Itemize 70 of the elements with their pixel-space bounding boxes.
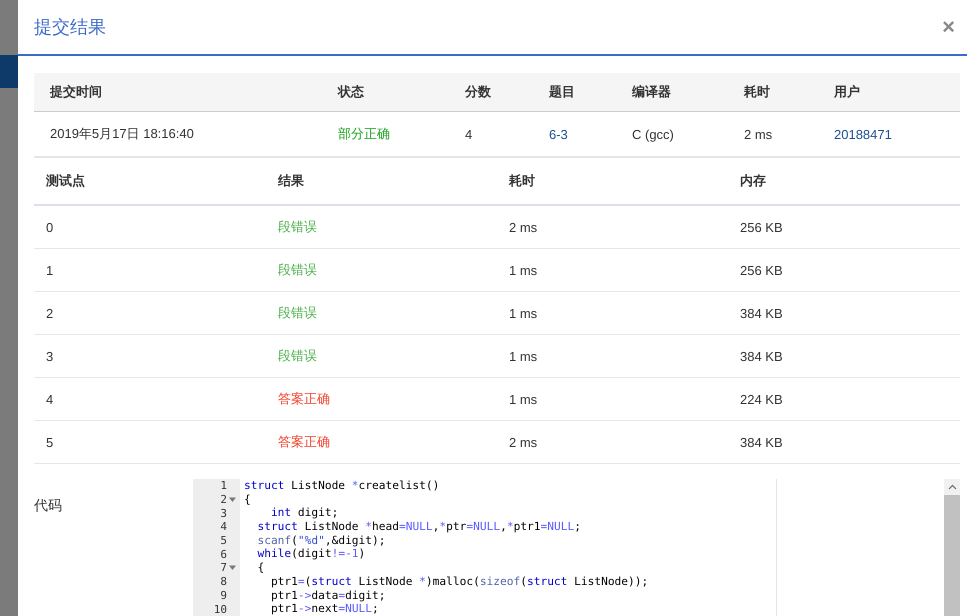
column-header: 编译器 [632, 83, 672, 101]
user-link[interactable]: 20188471 [834, 126, 960, 142]
column-header: 状态 [338, 83, 365, 101]
column-header: 分数 [465, 83, 492, 101]
column-header: 提交时间 [50, 83, 103, 101]
table-cell-text: 2019年5月17日 18:16:40 [50, 125, 195, 143]
table-cell-text: 2 ms [744, 126, 774, 142]
sidebar-highlight [0, 55, 18, 88]
result-text: 答案正确 [278, 390, 331, 408]
chevron-up-icon[interactable] [948, 484, 956, 490]
code-line: while(digit!=-1) [256, 547, 366, 562]
table-cell-text: 384 KB [740, 348, 784, 364]
fold-caret-icon[interactable] [229, 564, 236, 572]
column-header: 耗时 [744, 83, 771, 101]
table-cell-text: C (gcc) [632, 126, 675, 142]
table-cell-text: 256 KB [740, 262, 784, 278]
table-cell-text: 1 ms [509, 306, 538, 320]
line-number: 10 [214, 602, 227, 616]
status-text: 部分正确 [338, 125, 391, 143]
fold-caret-icon[interactable] [229, 496, 236, 504]
code-line: ptr1->data=digit; [270, 588, 386, 602]
table-cell-text: 384 KB [740, 434, 784, 450]
code-line: ptr1->next=NULL; [270, 602, 380, 616]
table-cell-text: 2 ms [509, 220, 538, 234]
code-line: struct ListNode *createlist() [244, 479, 440, 493]
code-line: scanf("%d",&digit); [256, 534, 386, 548]
table-cell-text: 384 KB [740, 306, 784, 320]
table-cell-text: 4 [46, 392, 54, 406]
column-header: 内存 [740, 172, 767, 190]
result-text: 段错误 [278, 218, 318, 236]
line-number: 1 [220, 479, 227, 492]
line-number: 6 [220, 548, 227, 561]
line-number: 2 [220, 493, 227, 506]
table-cell-text: 1 ms [509, 262, 538, 278]
table-cell-text: 2 ms [509, 434, 538, 450]
code-line: { [256, 561, 266, 575]
column-header: 题目 [549, 83, 576, 101]
line-number: 5 [220, 534, 227, 548]
table-cell-text: 1 [46, 262, 54, 278]
table-cell-text: 4 [465, 126, 474, 142]
table-cell-text: 5 [46, 434, 54, 450]
dialog-title: 提交结果 [34, 16, 106, 39]
column-header: 用户 [834, 83, 861, 101]
column-header: 结果 [278, 172, 305, 190]
table-cell-text: 224 KB [740, 392, 784, 406]
table-cell-text: 1 ms [509, 392, 538, 406]
code-line: ptr1=(struct ListNode *)malloc(sizeof(struct ListNode)); [270, 574, 650, 588]
line-number: 3 [220, 506, 227, 520]
close-button[interactable]: × [940, 14, 957, 40]
code-line: struct ListNode *head=NULL,*ptr=NULL,*ptr1=NULL; [256, 520, 582, 534]
table-cell-text: 3 [46, 348, 54, 364]
code-line: { [244, 492, 252, 506]
column-header: 耗时 [509, 172, 536, 190]
code-label: 代码 [34, 496, 63, 515]
table-cell-text: 2 [46, 306, 54, 320]
result-text: 段错误 [278, 347, 318, 365]
line-number: 9 [220, 588, 227, 602]
table-cell-text: 0 [46, 220, 54, 234]
column-header: 测试点 [46, 172, 86, 190]
problem-link[interactable]: 6-3 [549, 126, 632, 142]
code-line: int digit; [270, 506, 340, 520]
line-number: 7 [220, 561, 227, 574]
result-text: 段错误 [278, 304, 318, 322]
table-cell-text: 256 KB [740, 220, 784, 234]
table-cell-text: 1 ms [509, 348, 538, 364]
line-number: 4 [220, 520, 227, 534]
scrollbar[interactable] [944, 479, 960, 616]
line-number: 8 [220, 575, 227, 588]
result-text: 答案正确 [278, 433, 331, 451]
result-text: 段错误 [278, 261, 318, 279]
